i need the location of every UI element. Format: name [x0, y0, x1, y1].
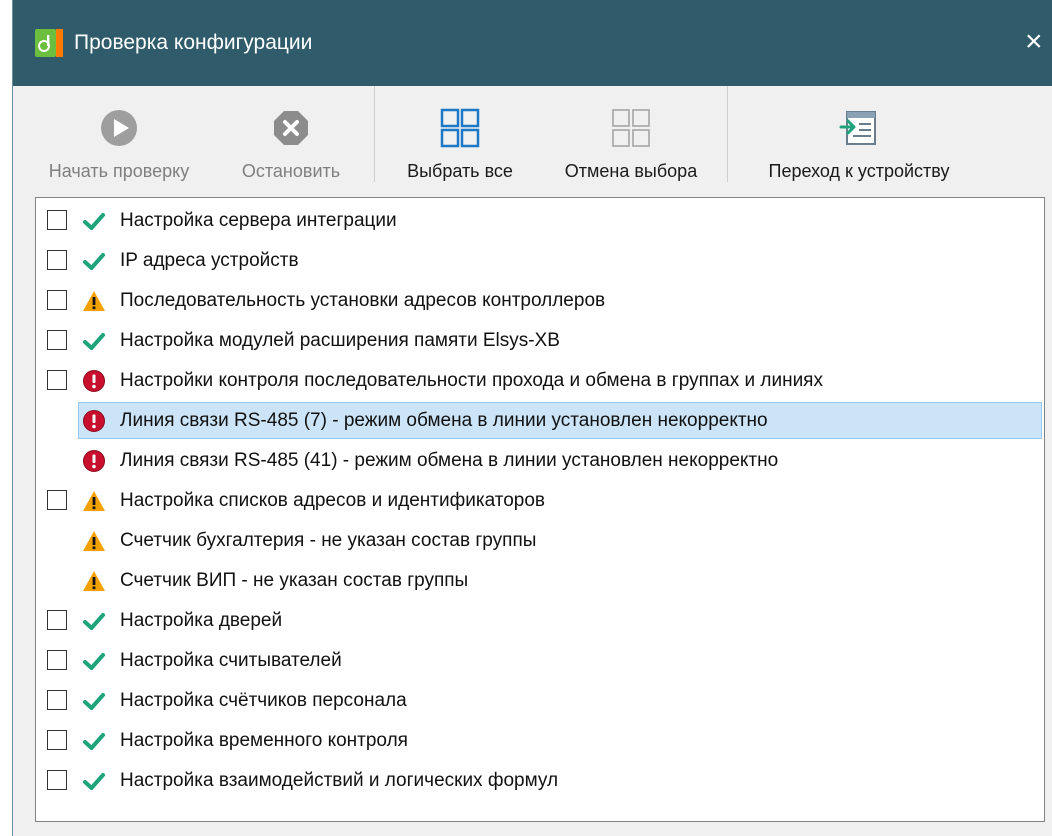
check-item-checkbox[interactable] [47, 290, 67, 310]
check-item[interactable]: Настройка счётчиков персонала [36, 681, 1044, 721]
warning-icon [82, 569, 106, 593]
error-icon [82, 409, 106, 433]
deselect-icon [607, 106, 655, 150]
check-item-checkbox[interactable] [47, 650, 67, 670]
ok-check-icon [82, 769, 106, 793]
check-item-checkbox[interactable] [47, 210, 67, 230]
check-item[interactable]: Настройка дверей [36, 601, 1044, 641]
check-item-label: Настройка списков адресов и идентификато… [120, 490, 545, 511]
check-item-checkbox[interactable] [47, 370, 67, 390]
check-item-label: IP адреса устройств [120, 250, 299, 271]
check-item[interactable]: Линия связи RS-485 (41) - режим обмена в… [36, 441, 1044, 481]
check-item[interactable]: Линия связи RS-485 (7) - режим обмена в … [36, 401, 1044, 441]
check-item-label: Настройка дверей [120, 610, 283, 631]
close-icon: × [1025, 25, 1043, 58]
check-item[interactable]: Счетчик ВИП - не указан состав группы [36, 561, 1044, 601]
check-item[interactable]: Последовательность установки адресов кон… [36, 281, 1044, 321]
ok-check-icon [82, 209, 106, 233]
toolbar-separator [374, 86, 375, 182]
check-item-checkbox[interactable] [47, 690, 67, 710]
deselect-label: Отмена выбора [564, 161, 698, 181]
ok-check-icon [82, 689, 106, 713]
select-all-button[interactable]: Выбрать все [386, 86, 534, 186]
check-item[interactable]: Настройка взаимодействий и логических фо… [36, 761, 1044, 801]
check-item-label: Настройка взаимодействий и логических фо… [120, 770, 559, 791]
start-check-button[interactable]: Начать проверку [29, 86, 209, 186]
checks-list[interactable]: Настройка сервера интеграции IP адреса ус… [35, 197, 1045, 822]
error-icon [82, 449, 106, 473]
toolbar-separator [727, 86, 728, 182]
warning-icon [82, 289, 106, 313]
warning-icon [82, 489, 106, 513]
ok-check-icon [82, 609, 106, 633]
check-item-label: Настройка сервера интеграции [120, 210, 397, 231]
toolbar: Начать проверку Остановить Выбрать все О… [13, 86, 1052, 186]
check-item-checkbox[interactable] [47, 730, 67, 750]
check-item-checkbox[interactable] [47, 490, 67, 510]
stop-button[interactable]: Остановить [221, 86, 361, 186]
check-item-label: Настройка модулей расширения памяти Elsy… [120, 330, 560, 351]
check-item-label: Счетчик ВИП - не указан состав группы [120, 570, 469, 591]
ok-check-icon [82, 329, 106, 353]
check-item-label: Настройка счётчиков персонала [120, 690, 407, 711]
close-button[interactable]: × [1025, 22, 1052, 62]
check-item-checkbox[interactable] [47, 770, 67, 790]
error-icon [82, 369, 106, 393]
window-title: Проверка конфигурации [74, 31, 313, 54]
goto-device-label: Переход к устройству [768, 161, 950, 181]
start-check-label: Начать проверку [48, 161, 190, 181]
check-item-checkbox[interactable] [47, 330, 67, 350]
check-item[interactable]: Настройка списков адресов и идентификато… [36, 481, 1044, 521]
ok-check-icon [82, 249, 106, 273]
check-item-label: Линия связи RS-485 (7) - режим обмена в … [120, 410, 768, 431]
check-item-label: Настройка временного контроля [120, 730, 408, 751]
title-bar[interactable]: Проверка конфигурации × [13, 0, 1052, 86]
check-item[interactable]: Настройки контроля последовательности пр… [36, 361, 1044, 401]
select-all-label: Выбрать все [407, 161, 513, 181]
check-item-checkbox[interactable] [47, 250, 67, 270]
app-icon [35, 29, 63, 57]
check-item-label: Счетчик бухгалтерия - не указан состав г… [120, 530, 537, 551]
check-item[interactable]: Настройка модулей расширения памяти Elsy… [36, 321, 1044, 361]
check-item-label: Настройка считывателей [120, 650, 342, 671]
check-item-label: Линия связи RS-485 (41) - режим обмена в… [120, 450, 779, 471]
select-all-icon [436, 106, 484, 150]
check-item-label: Настройки контроля последовательности пр… [120, 370, 823, 391]
check-item-checkbox[interactable] [47, 610, 67, 630]
ok-check-icon [82, 649, 106, 673]
play-icon [95, 106, 143, 150]
check-item-label: Последовательность установки адресов кон… [120, 290, 606, 311]
stop-label: Остановить [241, 161, 341, 181]
goto-device-icon [835, 106, 883, 150]
config-check-window: Проверка конфигурации × Начать проверку … [12, 0, 1052, 836]
deselect-button[interactable]: Отмена выбора [542, 86, 720, 186]
check-item[interactable]: IP адреса устройств [36, 241, 1044, 281]
check-item[interactable]: Настройка сервера интеграции [36, 201, 1044, 241]
goto-device-button[interactable]: Переход к устройству [735, 86, 983, 186]
ok-check-icon [82, 729, 106, 753]
warning-icon [82, 529, 106, 553]
check-item[interactable]: Настройка считывателей [36, 641, 1044, 681]
check-item[interactable]: Счетчик бухгалтерия - не указан состав г… [36, 521, 1044, 561]
check-item[interactable]: Настройка временного контроля [36, 721, 1044, 761]
stop-icon [267, 106, 315, 150]
